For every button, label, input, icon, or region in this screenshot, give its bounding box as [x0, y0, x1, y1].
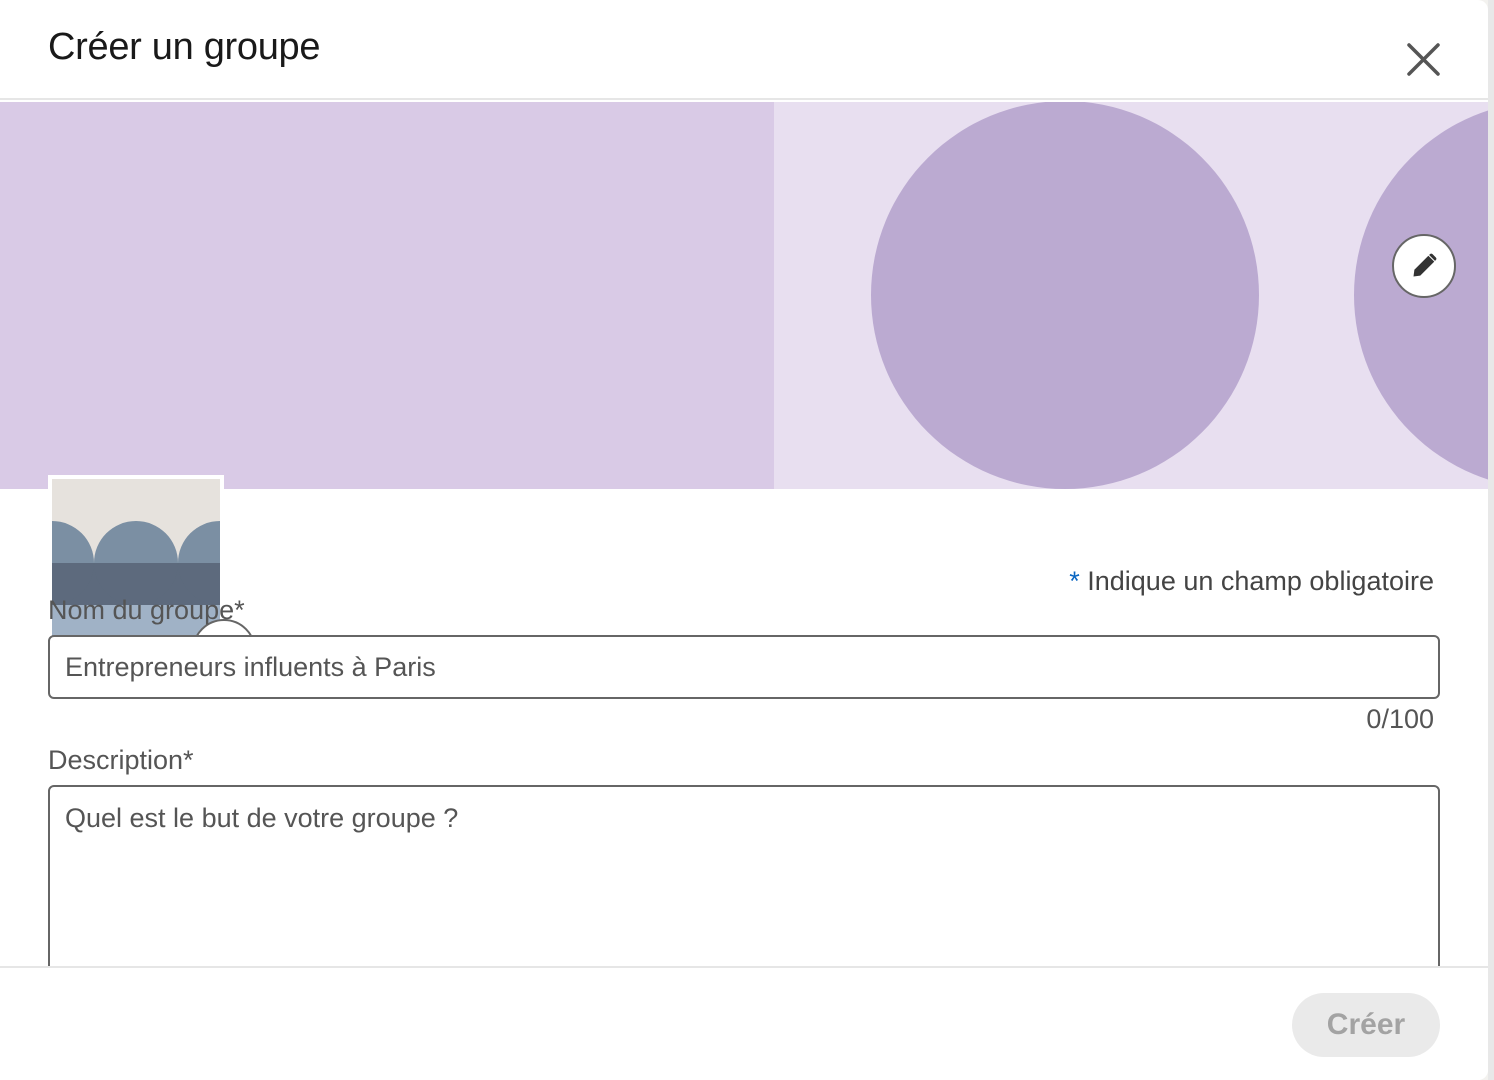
modal-header: Créer un groupe [0, 0, 1488, 100]
create-group-modal: Créer un groupe * Indique un champ oblig… [0, 0, 1488, 1080]
create-button[interactable]: Créer [1292, 993, 1440, 1057]
close-icon [1407, 43, 1440, 76]
group-name-input[interactable] [48, 635, 1440, 699]
required-note-text: Indique un champ obligatoire [1087, 566, 1434, 596]
edit-cover-button[interactable] [1392, 234, 1456, 298]
background-edge [1488, 0, 1494, 1080]
modal-footer: Créer [0, 966, 1488, 1080]
description-textarea[interactable] [48, 785, 1440, 985]
cover-image [0, 102, 1488, 489]
description-label: Description* [48, 745, 194, 775]
required-star: * [1069, 566, 1080, 596]
close-button[interactable] [1398, 35, 1448, 85]
required-field-note: * Indique un champ obligatoire [1069, 566, 1434, 597]
group-name-label: Nom du groupe* [48, 595, 245, 625]
character-count: 0/100 [1366, 704, 1434, 734]
pencil-icon [1413, 253, 1437, 277]
modal-title: Créer un groupe [48, 26, 321, 68]
